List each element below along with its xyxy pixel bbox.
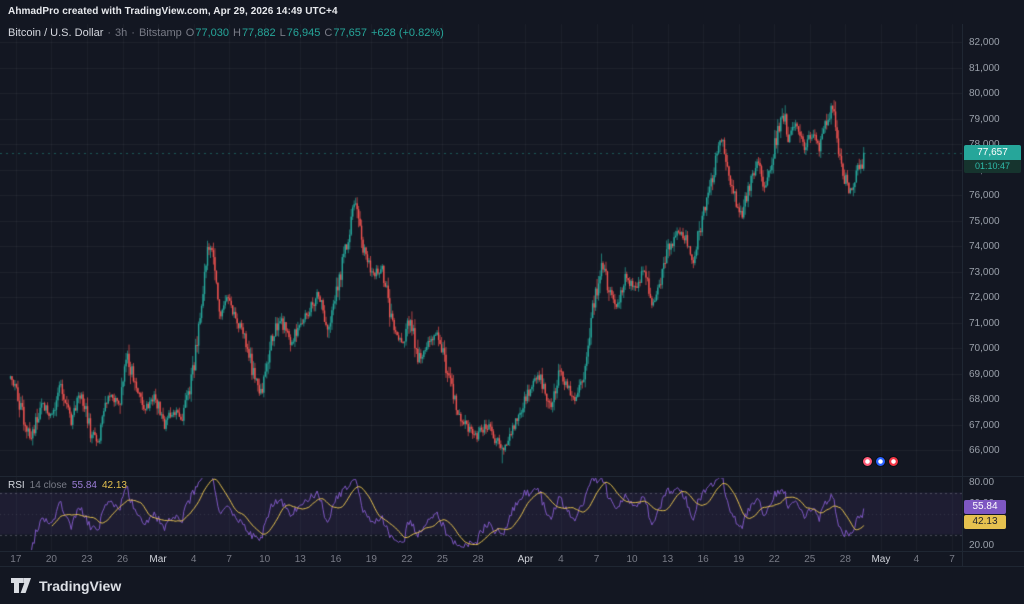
bottom-toolbar: TradingView	[0, 567, 1024, 604]
price-axis-label: 79,000	[969, 114, 1000, 125]
time-axis-label: 28	[840, 554, 851, 565]
time-axis-label: 7	[226, 554, 232, 565]
last-price-value: 77,657	[964, 145, 1021, 160]
change-value: +628 (+0.82%)	[371, 27, 444, 39]
price-axis-label: 81,000	[969, 63, 1000, 74]
price-axis-label: 80,000	[969, 88, 1000, 99]
high-value: H 77,882	[233, 27, 276, 39]
symbol-legend[interactable]: Bitcoin / U.S. Dollar · 3h · Bitstamp O …	[8, 27, 444, 39]
price-axis-label: 82,000	[969, 37, 1000, 48]
legend-separator: ·	[107, 27, 111, 39]
price-axis-label: 66,000	[969, 445, 1000, 456]
price-axis-label: 68,000	[969, 394, 1000, 405]
price-axis-label: 70,000	[969, 343, 1000, 354]
close-value: C 77,657	[324, 27, 367, 39]
candlestick-chart-canvas[interactable]	[0, 0, 1024, 604]
time-axis-label: 25	[437, 554, 448, 565]
time-axis-label: 19	[366, 554, 377, 565]
legend-separator: ·	[131, 27, 135, 39]
tradingview-logo-text[interactable]: TradingView	[39, 578, 121, 594]
price-axis-label: 67,000	[969, 420, 1000, 431]
time-axis-label: Mar	[149, 554, 166, 565]
time-axis-label: 28	[472, 554, 483, 565]
time-axis-label: 26	[117, 554, 128, 565]
last-price-badge: 77,657 01:10:47	[964, 145, 1021, 173]
rsi-axis-label: 20.00	[969, 540, 994, 551]
attribution-text: AhmadPro created with TradingView.com, A…	[8, 6, 338, 17]
event-markers[interactable]	[860, 456, 899, 467]
price-axis-separator	[962, 24, 963, 566]
low-value: L 76,945	[280, 27, 321, 39]
time-axis-label: Apr	[518, 554, 534, 565]
price-axis-label: 72,000	[969, 292, 1000, 303]
price-axis-label: 75,000	[969, 216, 1000, 227]
time-axis-label: 16	[698, 554, 709, 565]
time-axis[interactable]: 17 20 23 26 Mar 4 7 10 13 16 19 22 25 28 Apr 4 7 10 13 16 19…	[0, 552, 962, 566]
rsi-legend[interactable]: RSI 14 close 55.84 42.13	[8, 480, 127, 491]
bar-countdown: 01:10:47	[964, 160, 1021, 173]
price-axis-label: 71,000	[969, 318, 1000, 329]
time-axis-label: 17	[10, 554, 21, 565]
time-axis-label: 7	[594, 554, 600, 565]
rsi-axis-label: 80.00	[969, 477, 994, 488]
rsi-value: 55.84	[72, 480, 97, 491]
time-axis-label: 13	[662, 554, 673, 565]
time-axis-label: 23	[81, 554, 92, 565]
open-value: O 77,030	[186, 27, 229, 39]
price-axis-label: 74,000	[969, 241, 1000, 252]
time-axis-label: 20	[46, 554, 57, 565]
price-axis-label: 76,000	[969, 190, 1000, 201]
time-axis-label: 4	[558, 554, 564, 565]
time-axis-label: 22	[769, 554, 780, 565]
rsi-params: 14 close	[30, 480, 67, 491]
time-axis-label: 25	[804, 554, 815, 565]
pane-separator-rsi[interactable]	[0, 476, 1024, 477]
event-icon-pink[interactable]	[862, 456, 873, 467]
time-axis-label: 19	[733, 554, 744, 565]
tradingview-chart-window: AhmadPro created with TradingView.com, A…	[0, 0, 1024, 604]
exchange-label: Bitstamp	[139, 27, 182, 39]
time-axis-label: May	[871, 554, 890, 565]
symbol-title[interactable]: Bitcoin / U.S. Dollar	[8, 27, 103, 39]
time-axis-label: 4	[914, 554, 920, 565]
price-axis-label: 69,000	[969, 369, 1000, 380]
interval-label[interactable]: 3h	[115, 27, 127, 39]
time-axis-label: 13	[295, 554, 306, 565]
time-axis-label: 10	[259, 554, 270, 565]
event-icon-blue[interactable]	[875, 456, 886, 467]
time-axis-label: 22	[401, 554, 412, 565]
time-axis-label: 4	[191, 554, 197, 565]
tradingview-logo-icon[interactable]	[10, 577, 32, 594]
rsi-ma-badge: 42.13	[964, 515, 1006, 529]
event-icon-red[interactable]	[888, 456, 899, 467]
price-axis-label: 73,000	[969, 267, 1000, 278]
rsi-title[interactable]: RSI	[8, 480, 25, 491]
time-axis-label: 10	[626, 554, 637, 565]
rsi-ma-value: 42.13	[102, 480, 127, 491]
time-axis-label: 16	[330, 554, 341, 565]
rsi-value-badge: 55.84	[964, 500, 1006, 514]
time-axis-label: 7	[949, 554, 955, 565]
pane-separator-time-axis	[0, 551, 1024, 552]
